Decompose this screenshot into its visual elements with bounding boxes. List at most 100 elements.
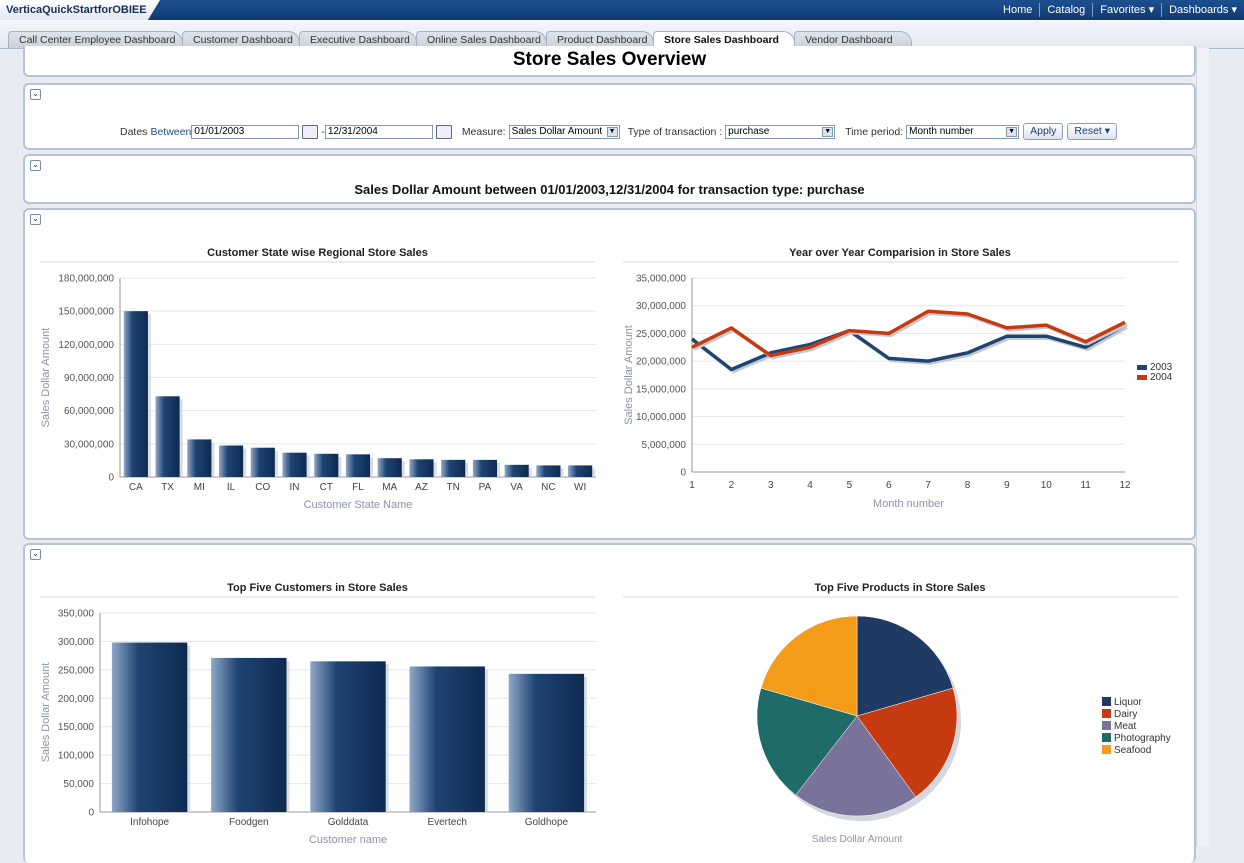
vertical-scrollbar[interactable] <box>1196 48 1209 846</box>
x-axis-label: Customer State Name <box>304 499 413 511</box>
collapse-toggle-icon[interactable]: ⌄ <box>30 89 41 100</box>
y-tick-label: 350,000 <box>58 609 95 620</box>
x-tick-label: 12 <box>1119 480 1131 491</box>
app-title[interactable]: VerticaQuickStartforOBIEE <box>0 0 160 20</box>
y-tick-label: 30,000,000 <box>64 439 114 450</box>
x-axis-label: Customer name <box>309 834 387 846</box>
x-tick-label: 1 <box>689 480 695 491</box>
x-tick-label: CT <box>320 482 333 493</box>
bar <box>310 661 386 812</box>
measure-select-value: Sales Dollar Amount <box>511 125 603 137</box>
prompts-panel: ⌄ Dates Between - Measure: Sales Dollar … <box>23 83 1196 150</box>
calendar-icon[interactable] <box>435 124 452 139</box>
x-tick-label: PA <box>479 482 492 493</box>
x-tick-label: 11 <box>1080 480 1091 491</box>
y-tick-label: 250,000 <box>58 665 95 676</box>
y-tick-label: 120,000,000 <box>58 340 114 351</box>
nav-catalog-link[interactable]: Catalog <box>1039 3 1092 17</box>
bar <box>472 459 497 477</box>
dates-label: Dates <box>120 125 148 138</box>
app-title-text: VerticaQuickStartforOBIEE <box>6 4 147 16</box>
x-tick-label: Goldhope <box>525 817 569 828</box>
title-panel: Store Sales Overview <box>23 46 1196 77</box>
x-tick-label: CA <box>129 482 143 493</box>
measure-label: Measure: <box>461 125 506 138</box>
y-tick-label: 0 <box>680 468 686 479</box>
bar <box>377 458 402 477</box>
bar <box>504 464 529 477</box>
top-nav: Home Catalog Favorites ▾ Dashboards ▾ <box>996 0 1244 20</box>
collapse-toggle-icon[interactable]: ⌄ <box>30 214 41 225</box>
top-bar: VerticaQuickStartforOBIEE Home Catalog F… <box>0 0 1244 20</box>
transaction-type-value: purchase <box>728 125 770 137</box>
bar <box>155 396 180 477</box>
start-date-input[interactable] <box>191 124 300 139</box>
bar <box>568 465 593 477</box>
reset-button[interactable]: Reset ▾ <box>1067 123 1118 140</box>
chevron-down-icon: ▼ <box>606 126 618 137</box>
legend-swatch <box>1102 697 1111 706</box>
bar <box>219 445 244 477</box>
nav-home-link[interactable]: Home <box>996 3 1039 17</box>
x-tick-label: Golddata <box>328 817 369 828</box>
legend-swatch <box>1102 721 1111 730</box>
bar <box>111 642 188 812</box>
chevron-down-icon: ▼ <box>822 126 834 137</box>
top-customers-bar-chart: 0 50,000 100,000 150,000 200,000 250,000 300,0… <box>40 596 596 846</box>
apply-button[interactable]: Apply <box>1023 123 1064 140</box>
legend-swatch <box>1137 375 1147 380</box>
y-tick-label: 25,000,000 <box>636 329 686 340</box>
x-tick-label: FL <box>352 482 364 493</box>
x-tick-label: Evertech <box>427 817 466 828</box>
measure-select[interactable]: Sales Dollar Amount ▼ <box>508 124 620 139</box>
calendar-icon[interactable] <box>302 124 319 139</box>
collapse-toggle-icon[interactable]: ⌄ <box>30 160 41 171</box>
y-tick-label: 90,000,000 <box>64 373 114 384</box>
x-tick-label: 2 <box>729 480 735 491</box>
y-tick-label: 150,000,000 <box>58 307 114 318</box>
x-tick-label: TX <box>161 482 174 493</box>
x-tick-label: NC <box>541 482 555 493</box>
legend-label: Dairy <box>1114 709 1137 720</box>
transaction-type-select[interactable]: purchase ▼ <box>725 124 836 139</box>
legend-label: Meat <box>1114 721 1136 732</box>
bar <box>282 452 307 477</box>
end-date-input[interactable] <box>324 124 433 139</box>
yoy-line-chart: 0 5,000,000 10,000,000 15,000,000 20,000,000… <box>623 261 1178 510</box>
time-period-select[interactable]: Month number ▼ <box>906 124 1020 139</box>
x-tick-label: TN <box>447 482 460 493</box>
y-tick-label: 5,000,000 <box>642 440 687 451</box>
y-tick-label: 0 <box>108 473 114 484</box>
y-tick-label: 15,000,000 <box>636 384 686 395</box>
x-tick-label: IN <box>290 482 300 493</box>
x-tick-label: IL <box>227 482 236 493</box>
legend-swatch <box>1102 745 1111 754</box>
bar <box>123 311 148 477</box>
x-tick-label: 10 <box>1041 480 1053 491</box>
collapse-toggle-icon[interactable]: ⌄ <box>30 549 41 560</box>
x-tick-label: 5 <box>847 480 853 491</box>
bar <box>536 465 561 477</box>
bar <box>409 666 485 812</box>
x-tick-label: 9 <box>1004 480 1010 491</box>
legend-label: Seafood <box>1114 745 1151 756</box>
legend-swatch <box>1137 365 1147 370</box>
bar <box>250 447 275 477</box>
y-tick-label: 30,000,000 <box>636 301 686 312</box>
nav-favorites-menu[interactable]: Favorites ▾ <box>1092 3 1161 17</box>
x-tick-label: AZ <box>415 482 428 493</box>
x-tick-label: Infohope <box>130 817 169 828</box>
state-sales-bar-chart: 0 30,000,000 60,000,000 90,000,000 120,000,0… <box>40 261 596 511</box>
x-tick-label: MI <box>194 482 205 493</box>
time-period-value: Month number <box>909 125 974 137</box>
top-products-pie-chart: LiquorDairyMeatPhotographySeafood Sales D… <box>623 596 1178 845</box>
y-tick-label: 180,000,000 <box>58 274 114 285</box>
y-tick-label: 20,000,000 <box>636 357 686 368</box>
x-axis-label: Month number <box>873 498 944 510</box>
x-tick-label: 7 <box>925 480 931 491</box>
y-tick-label: 50,000 <box>63 779 94 790</box>
legend-label: Liquor <box>1114 697 1142 708</box>
nav-dashboards-menu[interactable]: Dashboards ▾ <box>1161 3 1244 17</box>
legend-label: Photography <box>1114 733 1171 744</box>
x-tick-label: Foodgen <box>229 817 268 828</box>
